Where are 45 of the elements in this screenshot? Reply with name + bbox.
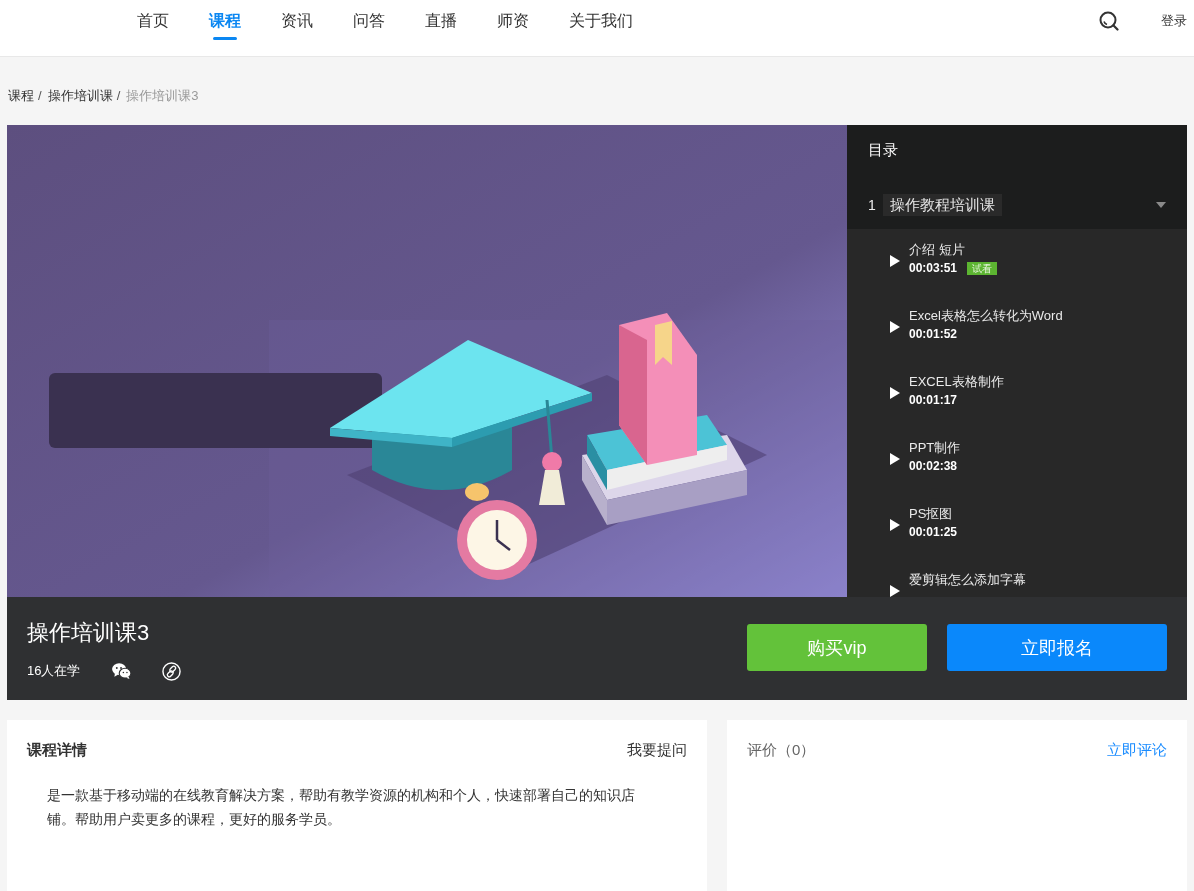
play-icon[interactable] — [890, 453, 900, 465]
play-icon[interactable] — [890, 255, 900, 267]
nav-tab[interactable]: 资讯 — [281, 0, 313, 42]
nav-tab[interactable]: 直播 — [425, 0, 457, 42]
login-link[interactable]: 登录 — [1161, 11, 1187, 31]
play-icon[interactable] — [890, 519, 900, 531]
lesson-title[interactable]: EXCEL表格制作 — [909, 373, 1004, 391]
learner-count: 16人在学 — [27, 662, 81, 680]
lesson-title[interactable]: Excel表格怎么转化为Word — [909, 307, 1063, 325]
course-title: 操作培训课3 — [27, 619, 151, 647]
wechat-icon[interactable] — [112, 663, 132, 679]
breadcrumb-current: 操作培训课3 — [126, 88, 199, 104]
lesson-title[interactable]: PPT制作 — [909, 439, 961, 457]
breadcrumb-separator: / — [116, 88, 121, 104]
chapter-number: 1 — [868, 196, 877, 213]
trial-badge: 试看 — [967, 261, 998, 275]
lesson-duration: 00:01:17 — [909, 392, 958, 409]
details-title: 课程详情 — [27, 740, 87, 760]
link-icon[interactable] — [162, 661, 182, 681]
nav-tab[interactable]: 关于我们 — [569, 0, 633, 42]
lesson-duration: 00:03:51 — [909, 260, 958, 277]
breadcrumb-link[interactable]: 操作培训课 — [47, 88, 113, 104]
lesson-duration: 00:01:52 — [909, 326, 958, 343]
course-description: 是一款基于移动端的在线教育解决方案，帮助有教学资源的机构和个人，快速部署自己的知识店铺。帮助用户卖更多的课程，更好的服务学员。 — [47, 786, 636, 829]
breadcrumb-separator: / — [38, 88, 42, 104]
breadcrumb-link[interactable]: 课程 — [8, 88, 34, 104]
catalog-title: 目录 — [867, 140, 899, 160]
ask-question-link[interactable]: 我要提问 — [627, 740, 687, 760]
play-icon[interactable] — [890, 321, 900, 333]
lesson-title[interactable]: 介绍 短片 — [909, 241, 998, 259]
search-icon[interactable] — [1099, 11, 1119, 31]
lesson-title[interactable]: PS抠图 — [909, 505, 958, 523]
play-icon[interactable] — [890, 387, 900, 399]
lesson-duration: 00:02:38 — [909, 458, 958, 475]
chapter-title[interactable]: 操作教程培训课 — [883, 193, 1002, 216]
reviews-title: 评价（0） — [747, 740, 816, 760]
nav-tab[interactable]: 问答 — [353, 0, 385, 42]
lesson-title[interactable]: 爱剪辑怎么添加字幕 — [909, 571, 1026, 589]
nav-tab[interactable]: 师资 — [497, 0, 529, 42]
play-icon[interactable] — [890, 585, 900, 597]
enroll-button[interactable]: 立即报名 — [947, 624, 1167, 671]
lesson-duration: 00:01:25 — [909, 524, 958, 541]
nav-tab[interactable]: 首页 — [137, 0, 169, 42]
nav-tab[interactable]: 课程 — [209, 0, 241, 42]
caret-icon[interactable] — [1156, 201, 1166, 208]
